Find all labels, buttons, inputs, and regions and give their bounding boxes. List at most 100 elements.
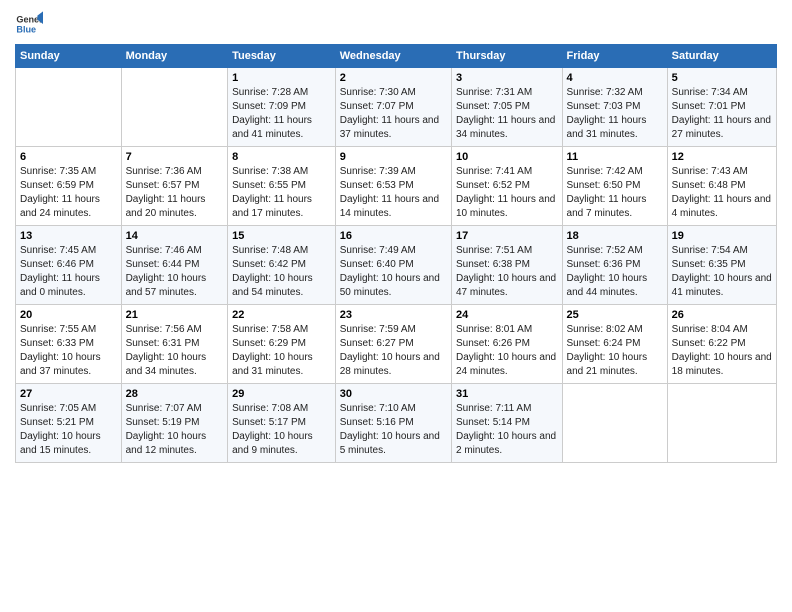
day-number: 6 [20,151,117,163]
day-number: 16 [340,230,447,242]
day-info: Sunrise: 7:56 AM Sunset: 6:31 PM Dayligh… [126,323,224,379]
calendar-table: SundayMondayTuesdayWednesdayThursdayFrid… [15,44,777,463]
day-info: Sunrise: 7:05 AM Sunset: 5:21 PM Dayligh… [20,402,117,458]
day-number: 14 [126,230,224,242]
calendar-cell: 2 Sunrise: 7:30 AM Sunset: 7:07 PM Daylig… [335,68,451,147]
day-number: 12 [672,151,772,163]
day-info: Sunrise: 8:02 AM Sunset: 6:24 PM Dayligh… [567,323,663,379]
day-header-sunday: Sunday [16,45,122,68]
logo: General Blue [15,10,43,38]
day-info: Sunrise: 7:28 AM Sunset: 7:09 PM Dayligh… [232,86,331,142]
day-info: Sunrise: 7:48 AM Sunset: 6:42 PM Dayligh… [232,244,331,300]
calendar-cell: 3Sunrise: 7:31 AM Sunset: 7:05 PM Daylig… [452,68,563,147]
day-info: Sunrise: 7:43 AM Sunset: 6:48 PM Dayligh… [672,165,772,221]
day-number: 26 [672,309,772,321]
calendar-cell: 28 Sunrise: 7:07 AM Sunset: 5:19 PM Dayli… [121,384,228,463]
calendar-cell: 27 Sunrise: 7:05 AM Sunset: 5:21 PM Dayli… [16,384,122,463]
calendar-cell: 16 Sunrise: 7:49 AM Sunset: 6:40 PM Dayli… [335,226,451,305]
calendar-week-row: 27 Sunrise: 7:05 AM Sunset: 5:21 PM Dayli… [16,384,777,463]
day-info: Sunrise: 7:42 AM Sunset: 6:50 PM Dayligh… [567,165,663,221]
svg-text:Blue: Blue [16,24,36,34]
day-info: Sunrise: 7:10 AM Sunset: 5:16 PM Dayligh… [340,402,447,458]
calendar-cell: 31Sunrise: 7:11 AM Sunset: 5:14 PM Dayli… [452,384,563,463]
day-info: Sunrise: 7:07 AM Sunset: 5:19 PM Dayligh… [126,402,224,458]
calendar-cell: 30 Sunrise: 7:10 AM Sunset: 5:16 PM Dayli… [335,384,451,463]
calendar-week-row: 20 Sunrise: 7:55 AM Sunset: 6:33 PM Dayli… [16,305,777,384]
calendar-cell: 10Sunrise: 7:41 AM Sunset: 6:52 PM Dayli… [452,147,563,226]
calendar-cell: 1 Sunrise: 7:28 AM Sunset: 7:09 PM Daylig… [228,68,336,147]
calendar-cell: 12 Sunrise: 7:43 AM Sunset: 6:48 PM Dayli… [667,147,776,226]
day-number: 25 [567,309,663,321]
day-info: Sunrise: 7:30 AM Sunset: 7:07 PM Dayligh… [340,86,447,142]
calendar-cell: 29 Sunrise: 7:08 AM Sunset: 5:17 PM Dayli… [228,384,336,463]
day-info: Sunrise: 8:01 AM Sunset: 6:26 PM Dayligh… [456,323,558,379]
day-number: 24 [456,309,558,321]
calendar-header-row: SundayMondayTuesdayWednesdayThursdayFrid… [16,45,777,68]
calendar-cell: 24 Sunrise: 8:01 AM Sunset: 6:26 PM Dayli… [452,305,563,384]
day-number: 30 [340,388,447,400]
day-number: 5 [672,72,772,84]
day-number: 27 [20,388,117,400]
calendar-cell: 9 Sunrise: 7:39 AM Sunset: 6:53 PM Daylig… [335,147,451,226]
day-number: 7 [126,151,224,163]
day-header-friday: Friday [562,45,667,68]
day-info: Sunrise: 7:08 AM Sunset: 5:17 PM Dayligh… [232,402,331,458]
calendar-cell: 17Sunrise: 7:51 AM Sunset: 6:38 PM Dayli… [452,226,563,305]
day-number: 17 [456,230,558,242]
day-number: 2 [340,72,447,84]
day-info: Sunrise: 7:49 AM Sunset: 6:40 PM Dayligh… [340,244,447,300]
day-header-wednesday: Wednesday [335,45,451,68]
calendar-cell: 5 Sunrise: 7:34 AM Sunset: 7:01 PM Daylig… [667,68,776,147]
calendar-cell: 25 Sunrise: 8:02 AM Sunset: 6:24 PM Dayli… [562,305,667,384]
day-info: Sunrise: 7:34 AM Sunset: 7:01 PM Dayligh… [672,86,772,142]
calendar-cell: 20 Sunrise: 7:55 AM Sunset: 6:33 PM Dayli… [16,305,122,384]
calendar-cell: 4Sunrise: 7:32 AM Sunset: 7:03 PM Daylig… [562,68,667,147]
day-info: Sunrise: 8:04 AM Sunset: 6:22 PM Dayligh… [672,323,772,379]
day-info: Sunrise: 7:41 AM Sunset: 6:52 PM Dayligh… [456,165,558,221]
day-info: Sunrise: 7:55 AM Sunset: 6:33 PM Dayligh… [20,323,117,379]
day-info: Sunrise: 7:58 AM Sunset: 6:29 PM Dayligh… [232,323,331,379]
day-header-tuesday: Tuesday [228,45,336,68]
calendar-cell [667,384,776,463]
day-info: Sunrise: 7:45 AM Sunset: 6:46 PM Dayligh… [20,244,117,300]
calendar-cell: 15Sunrise: 7:48 AM Sunset: 6:42 PM Dayli… [228,226,336,305]
day-number: 13 [20,230,117,242]
day-info: Sunrise: 7:54 AM Sunset: 6:35 PM Dayligh… [672,244,772,300]
day-number: 20 [20,309,117,321]
day-info: Sunrise: 7:32 AM Sunset: 7:03 PM Dayligh… [567,86,663,142]
day-info: Sunrise: 7:11 AM Sunset: 5:14 PM Dayligh… [456,402,558,458]
day-header-saturday: Saturday [667,45,776,68]
logo-icon: General Blue [15,10,43,38]
day-header-monday: Monday [121,45,228,68]
day-number: 9 [340,151,447,163]
day-info: Sunrise: 7:39 AM Sunset: 6:53 PM Dayligh… [340,165,447,221]
day-number: 28 [126,388,224,400]
day-number: 18 [567,230,663,242]
day-info: Sunrise: 7:59 AM Sunset: 6:27 PM Dayligh… [340,323,447,379]
calendar-week-row: 6 Sunrise: 7:35 AM Sunset: 6:59 PM Daylig… [16,147,777,226]
calendar-cell: 7 Sunrise: 7:36 AM Sunset: 6:57 PM Daylig… [121,147,228,226]
day-info: Sunrise: 7:35 AM Sunset: 6:59 PM Dayligh… [20,165,117,221]
calendar-cell: 22Sunrise: 7:58 AM Sunset: 6:29 PM Dayli… [228,305,336,384]
day-number: 19 [672,230,772,242]
calendar-week-row: 13 Sunrise: 7:45 AM Sunset: 6:46 PM Dayli… [16,226,777,305]
day-header-thursday: Thursday [452,45,563,68]
calendar-cell: 18 Sunrise: 7:52 AM Sunset: 6:36 PM Dayli… [562,226,667,305]
calendar-cell: 6 Sunrise: 7:35 AM Sunset: 6:59 PM Daylig… [16,147,122,226]
day-number: 21 [126,309,224,321]
day-info: Sunrise: 7:52 AM Sunset: 6:36 PM Dayligh… [567,244,663,300]
day-info: Sunrise: 7:38 AM Sunset: 6:55 PM Dayligh… [232,165,331,221]
page-header: General Blue [15,10,777,38]
day-info: Sunrise: 7:36 AM Sunset: 6:57 PM Dayligh… [126,165,224,221]
calendar-cell: 11Sunrise: 7:42 AM Sunset: 6:50 PM Dayli… [562,147,667,226]
day-number: 29 [232,388,331,400]
calendar-cell [562,384,667,463]
calendar-cell: 13 Sunrise: 7:45 AM Sunset: 6:46 PM Dayli… [16,226,122,305]
calendar-cell: 21 Sunrise: 7:56 AM Sunset: 6:31 PM Dayli… [121,305,228,384]
calendar-cell [121,68,228,147]
day-number: 1 [232,72,331,84]
calendar-cell: 8Sunrise: 7:38 AM Sunset: 6:55 PM Daylig… [228,147,336,226]
day-number: 23 [340,309,447,321]
day-info: Sunrise: 7:46 AM Sunset: 6:44 PM Dayligh… [126,244,224,300]
day-info: Sunrise: 7:31 AM Sunset: 7:05 PM Dayligh… [456,86,558,142]
